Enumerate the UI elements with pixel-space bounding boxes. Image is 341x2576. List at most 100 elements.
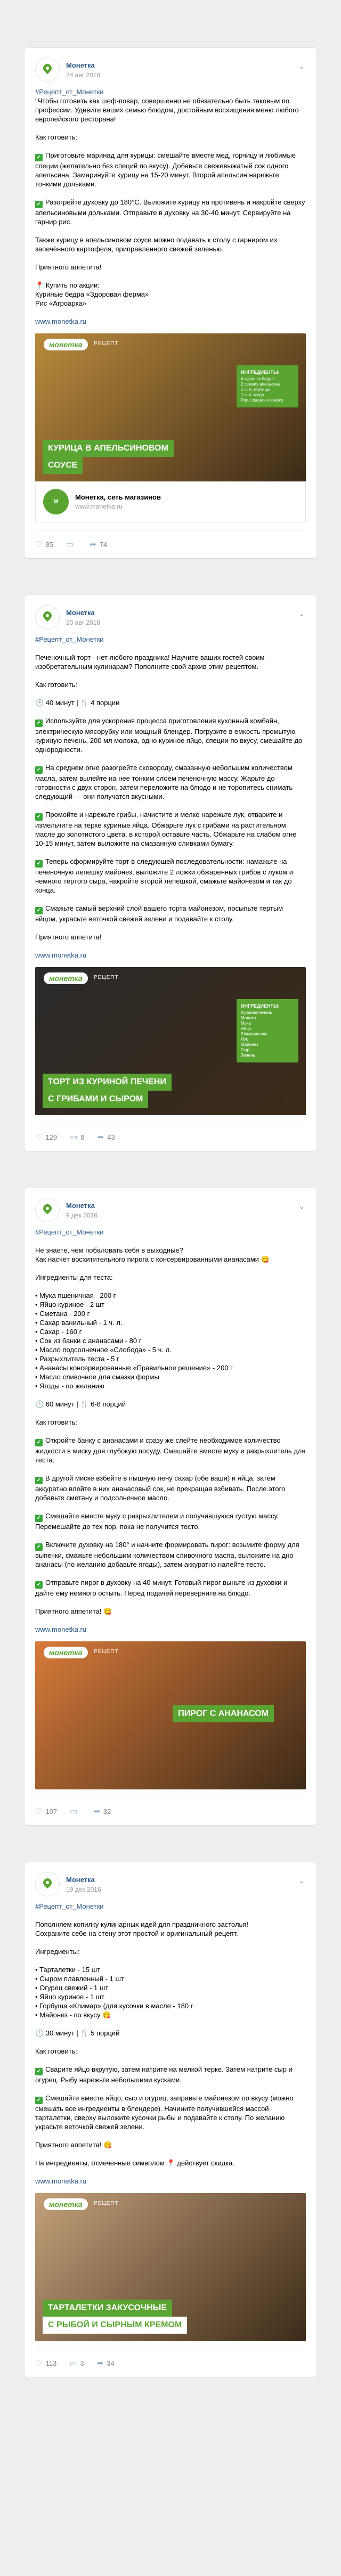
text-line: ✓ Откройте банку с ананасами и сразу же с…	[35, 1436, 306, 1465]
text-line: Как насчёт восхитительного пирога с конс…	[35, 1255, 306, 1264]
chevron-down-icon[interactable]: ⌄	[298, 62, 305, 71]
recipe-image[interactable]: монетка РЕЦЕПТ ТАРТАЛЕТКИ ЗАКУСОЧНЫЕ С РЫБО…	[35, 2193, 306, 2341]
post-date[interactable]: 19 дек 2016	[66, 1886, 101, 1893]
hashtag-link[interactable]: #Рецепт_от_Монетки	[35, 635, 104, 643]
text-content: • Разрыхлитель теста - 5 г	[35, 1355, 119, 1363]
text-line: Рис «Агроарка»	[35, 299, 306, 308]
text-line[interactable]: www.monetka.ru	[35, 317, 306, 326]
recipe-image[interactable]: монетка РЕЦЕПТ КУРИЦА В АПЕЛЬСИНОВОМ СОУСЕ И…	[35, 333, 306, 481]
text-line[interactable]: #Рецепт_от_Монетки	[35, 635, 306, 644]
site-link[interactable]: www.monetka.ru	[35, 317, 86, 325]
like-button[interactable]: ♡ 113	[35, 2358, 56, 2368]
ingredient-item: Молоко	[241, 1016, 256, 1020]
author-name[interactable]: Монетка	[66, 1876, 101, 1884]
chevron-down-icon[interactable]: ⌄	[298, 609, 305, 618]
text-line: ✓ Смешайте вместе муку с разрыхлителем и …	[35, 1511, 306, 1531]
check-mark-icon: ✓	[35, 907, 43, 914]
text-line: • Разрыхлитель теста - 5 г	[35, 1354, 306, 1363]
share-button[interactable]: ➦ 43	[98, 1132, 115, 1142]
step-text: На среднем огне разогрейте сковороду, см…	[35, 764, 293, 800]
author-name[interactable]: Монетка	[66, 61, 100, 69]
text-content: Как готовить:	[35, 1418, 78, 1426]
comment-button[interactable]: ▭	[66, 539, 77, 549]
share-count: 43	[107, 1133, 115, 1141]
text-line: • Мука пшеничная - 200 г	[35, 1291, 306, 1300]
comment-button[interactable]: ▭ 3	[69, 2358, 84, 2368]
avatar[interactable]	[35, 58, 60, 82]
text-content: Рис «Агроарка»	[35, 299, 87, 307]
link-card[interactable]: М Монетка, сеть магазинов www.monetka.ru	[35, 481, 306, 522]
check-mark-icon: ✓	[35, 154, 43, 161]
like-button[interactable]: ♡ 129	[35, 1132, 57, 1142]
avatar[interactable]	[35, 1198, 60, 1222]
text-line[interactable]: www.monetka.ru	[35, 1625, 306, 1634]
text-line: • Сахар ванильный - 1 ч. л.	[35, 1318, 306, 1327]
text-content: • Масло сливочное для смазки формы	[35, 1373, 159, 1381]
share-button[interactable]: ➦ 34	[97, 2358, 115, 2368]
avatar[interactable]	[35, 605, 60, 629]
hashtag-link[interactable]: #Рецепт_от_Монетки	[35, 1902, 104, 1910]
text-content: Пополняем копилку кулинарных идей для пр…	[35, 1920, 248, 1928]
comment-button[interactable]: ▭ 8	[70, 1132, 84, 1142]
text-content: Приятного аппетита!	[35, 263, 102, 271]
post-date[interactable]: 20 авг 2016	[66, 619, 100, 626]
text-line: • Сыром плавленный - 1 шт	[35, 1974, 306, 1983]
site-link[interactable]: www.monetka.ru	[35, 951, 86, 959]
share-button[interactable]: ➦ 32	[93, 1806, 111, 1816]
recipe-title: ПИРОГ С АНАНАСОМ	[173, 1705, 274, 1722]
recipe-tag: РЕЦЕПТ	[94, 975, 119, 980]
check-mark-icon: ✓	[35, 1543, 43, 1551]
author-name[interactable]: Монетка	[66, 609, 100, 617]
ingredients-box: ИНГРЕДИЕНТЫ: Куриная печень Молоко Мука Яйцо…	[237, 999, 298, 1062]
post-card: Монетка 19 дек 2016 ⌄ #Рецепт_от_Монетки Поп…	[25, 1862, 316, 2377]
text-line: ✓ Разогрейте духовку до 180°С. Выложите к…	[35, 198, 306, 226]
like-count: 129	[45, 1133, 58, 1141]
text-content: Куриные бедра «Здоровая ферма»	[35, 290, 149, 298]
text-line: Ингредиенты для теста:	[35, 1273, 306, 1282]
author-name[interactable]: Монетка	[66, 1201, 98, 1209]
text-line[interactable]: #Рецепт_от_Монетки	[35, 1228, 306, 1237]
comment-button[interactable]: ▭	[70, 1806, 80, 1816]
text-line[interactable]: #Рецепт_от_Монетки	[35, 87, 306, 96]
text-line: ✓ Сварите яйцо вкрутую, затем натрите на …	[35, 2065, 306, 2084]
text-content: • Ягоды - по желанию	[35, 1382, 104, 1390]
text-line: Как готовить:	[35, 2047, 306, 2056]
link-card-title: Монетка, сеть магазинов	[75, 493, 161, 501]
recipe-image[interactable]: монетка РЕЦЕПТ ТОРТ ИЗ КУРИНОЙ ПЕЧЕНИ С ГРИ…	[35, 967, 306, 1115]
brand-logo: М	[43, 489, 69, 514]
hashtag-link[interactable]: #Рецепт_от_Монетки	[35, 1228, 104, 1236]
like-button[interactable]: ♡ 85	[35, 539, 53, 549]
text-line[interactable]: www.monetka.ru	[35, 951, 306, 960]
hashtag-link[interactable]: #Рецепт_от_Монетки	[35, 88, 104, 96]
post-actions: ♡ 113 ▭ 3 ➦ 34	[35, 2349, 306, 2377]
text-line: Приятного аппетита!	[35, 263, 306, 272]
post-date[interactable]: 24 авг 2016	[66, 71, 100, 79]
like-button[interactable]: ♡ 107	[35, 1806, 57, 1816]
text-line: • Сметана - 200 г	[35, 1309, 306, 1318]
text-line[interactable]: www.monetka.ru	[35, 2177, 306, 2186]
text-line: ✓ Смешайте вместе яйцо, сыр и огурец, зап…	[35, 2093, 306, 2131]
site-link[interactable]: www.monetka.ru	[35, 1625, 86, 1633]
check-mark-icon: ✓	[35, 860, 43, 868]
site-link[interactable]: www.monetka.ru	[35, 2177, 86, 2185]
chevron-down-icon[interactable]: ⌄	[298, 1876, 305, 1885]
text-line[interactable]: #Рецепт_от_Монетки	[35, 1902, 306, 1911]
chevron-down-icon[interactable]: ⌄	[298, 1202, 305, 1211]
share-button[interactable]: ➦ 74	[90, 539, 107, 549]
post-date[interactable]: 9 дек 2016	[66, 1212, 98, 1219]
avatar[interactable]	[35, 1872, 60, 1896]
text-content: Как готовить:	[35, 133, 78, 141]
recipe-image[interactable]: монетка РЕЦЕПТ ПИРОГ С АНАНАСОМ	[35, 1641, 306, 1789]
recipe-title: КУРИЦА В АПЕЛЬСИНОВОМ	[43, 440, 174, 457]
share-count: 34	[107, 2359, 115, 2367]
ingredient-item: Мука	[241, 1021, 251, 1026]
like-count: 85	[45, 540, 53, 549]
